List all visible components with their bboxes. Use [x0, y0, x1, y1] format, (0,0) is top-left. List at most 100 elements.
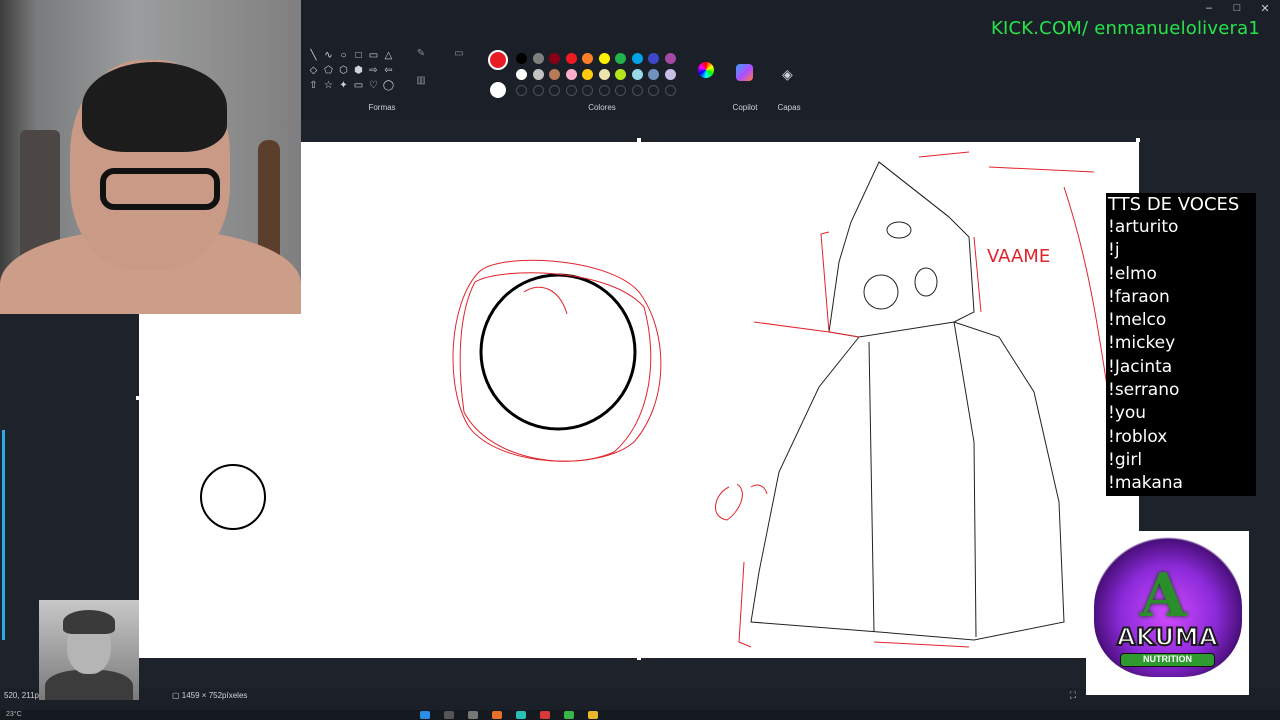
figure-fold-1	[868, 341, 875, 633]
tts-command: !serrano	[1108, 380, 1180, 401]
maximize-button[interactable]: □	[1230, 2, 1244, 15]
triangle-shape-icon[interactable]: △	[381, 48, 396, 63]
rectangle-shape-icon[interactable]: □	[351, 48, 366, 63]
layers-group-label[interactable]: Capas	[770, 103, 808, 112]
custom-color-slot[interactable]	[598, 85, 610, 96]
palette-color-swatch[interactable]	[582, 53, 593, 64]
canvas-handle-top-right[interactable]	[1136, 138, 1140, 142]
colors-group-label: Colores	[588, 103, 616, 112]
palette-color-swatch[interactable]	[516, 53, 527, 64]
custom-color-slot[interactable]	[664, 85, 676, 96]
callout-shape-icon[interactable]: ▭	[351, 78, 366, 93]
custom-color-slot[interactable]	[648, 85, 659, 96]
custom-color-slot[interactable]	[631, 85, 643, 96]
custom-color-slot[interactable]	[516, 85, 527, 96]
palette-color-swatch[interactable]	[532, 69, 544, 80]
palette-color-swatch[interactable]	[615, 69, 626, 80]
curve-shape-icon[interactable]: ∿	[321, 48, 336, 63]
custom-color-slot[interactable]	[549, 85, 560, 96]
right-arrow-shape-icon[interactable]: ⇨	[366, 63, 381, 78]
up-arrow-shape-icon[interactable]: ⇧	[306, 78, 321, 93]
tts-command: !Jacinta	[1108, 356, 1173, 377]
palette-color-swatch[interactable]	[598, 53, 610, 64]
outline-icon[interactable]: ✎	[414, 48, 428, 59]
polygon-shape-icon[interactable]: ⬢	[351, 63, 366, 78]
star-shape-icon[interactable]: ☆	[321, 78, 336, 93]
oval-shape-icon[interactable]: ○	[336, 48, 351, 63]
palette-color-swatch[interactable]	[582, 69, 593, 80]
pentagon-shape-icon[interactable]: ⬠	[321, 63, 336, 78]
figure-red-outline	[738, 151, 1115, 648]
custom-color-slot[interactable]	[615, 85, 626, 96]
palette-color-swatch[interactable]	[516, 69, 527, 80]
explorer-icon[interactable]	[588, 711, 598, 719]
sponsor-sub: NUTRITION	[1120, 653, 1215, 667]
weather-widget[interactable]: 23°C	[6, 711, 22, 718]
fill-icon[interactable]: ▥	[414, 75, 428, 86]
vertical-scrollbar[interactable]	[2, 320, 5, 640]
scrollbar-thumb[interactable]	[2, 430, 5, 640]
palette-color-swatch[interactable]	[615, 53, 626, 64]
canvas-handle-bottom[interactable]	[637, 656, 641, 660]
left-arrow-shape-icon[interactable]: ⇦	[381, 63, 396, 78]
figure-mark	[886, 221, 912, 239]
close-button[interactable]: ✕	[1258, 2, 1272, 15]
shapes-gallery: ╲ ∿ ○ □ ▭ △ ◇ ⬠ ⬡ ⬢ ⇨ ⇦ ⇧ ☆ ✦ ▭ ♡ ◯	[306, 48, 396, 93]
minimize-button[interactable]: –	[1202, 2, 1216, 15]
custom-color-slot[interactable]	[565, 85, 577, 96]
figure-body	[750, 321, 1065, 641]
ring-shape-icon[interactable]: ◯	[381, 78, 396, 93]
diamond-shape-icon[interactable]: ◇	[306, 63, 321, 78]
hexagon-shape-icon[interactable]: ⬡	[336, 63, 351, 78]
heart-shape-icon[interactable]: ♡	[366, 78, 381, 93]
search-icon[interactable]	[444, 711, 454, 719]
tts-command: !arturito	[1108, 217, 1179, 237]
red-outline-sketch	[452, 259, 662, 462]
color-palette	[516, 53, 676, 96]
palette-color-swatch[interactable]	[631, 69, 643, 80]
canvas-size: ▢ 1459 × 752píxeles	[172, 691, 248, 700]
line-shape-icon[interactable]: ╲	[306, 48, 321, 63]
tts-command: !roblox	[1108, 426, 1168, 447]
figure-fold-2	[953, 321, 977, 638]
start-icon[interactable]	[420, 711, 430, 719]
palette-color-swatch[interactable]	[648, 53, 659, 64]
palette-color-swatch[interactable]	[648, 69, 659, 80]
custom-color-slot[interactable]	[532, 85, 544, 96]
size-icon[interactable]: ▭	[452, 48, 466, 59]
palette-color-swatch[interactable]	[664, 53, 676, 64]
copilot-icon[interactable]	[736, 64, 753, 81]
six-point-star-shape-icon[interactable]: ✦	[336, 78, 351, 93]
rounded-rectangle-shape-icon[interactable]: ▭	[366, 48, 381, 63]
tts-commands-panel: TTS DE VOCES !arturito !j !elmo !faraon …	[1106, 193, 1256, 496]
palette-color-swatch[interactable]	[565, 53, 577, 64]
task-view-icon[interactable]	[468, 711, 478, 719]
fit-screen-icon[interactable]: ⛶	[1070, 690, 1076, 701]
custom-color-slot[interactable]	[582, 85, 593, 96]
canvas-handle-top[interactable]	[637, 138, 641, 142]
tts-command: !makana	[1108, 473, 1183, 494]
primary-color-swatch[interactable]	[488, 50, 508, 70]
app-icon[interactable]	[492, 711, 502, 719]
canvas-handle-left[interactable]	[136, 396, 140, 400]
secondary-color-swatch[interactable]	[490, 82, 506, 98]
palette-color-swatch[interactable]	[565, 69, 577, 80]
palette-color-swatch[interactable]	[631, 53, 643, 64]
tts-command: !elmo	[1108, 263, 1157, 284]
tts-command: !j	[1108, 240, 1120, 261]
palette-color-swatch[interactable]	[549, 53, 560, 64]
palette-color-swatch[interactable]	[532, 53, 544, 64]
copilot-group-label[interactable]: Copilot	[724, 103, 766, 112]
palette-color-swatch[interactable]	[598, 69, 610, 80]
app-icon-3[interactable]	[564, 711, 574, 719]
palette-color-swatch[interactable]	[549, 69, 560, 80]
sponsor-logo: A AKUMA NUTRITION	[1086, 531, 1249, 695]
edge-icon[interactable]	[516, 711, 526, 719]
app-icon-2[interactable]	[540, 711, 550, 719]
figure-scrawl: VAAME	[987, 246, 1050, 267]
edit-colors-icon[interactable]	[697, 62, 714, 78]
palette-color-swatch[interactable]	[664, 69, 676, 80]
layers-icon[interactable]: ◈	[782, 66, 793, 83]
windows-taskbar: 23°C	[0, 710, 1280, 720]
red-scribble	[523, 286, 568, 315]
